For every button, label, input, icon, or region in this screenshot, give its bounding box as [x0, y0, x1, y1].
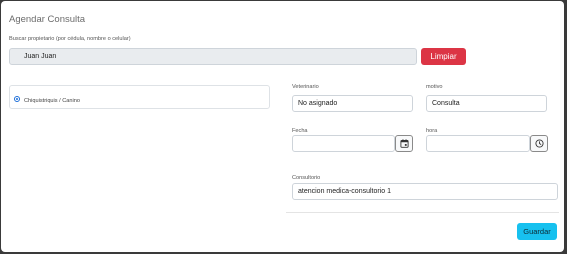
save-button[interactable]: Guardar: [517, 223, 557, 240]
schedule-appointment-modal: Agendar Consulta Buscar propietario (por…: [1, 1, 564, 252]
time-label: hora: [426, 128, 438, 134]
footer-divider: [286, 212, 559, 213]
pet-list: Chiquistriquis / Canino: [9, 85, 270, 109]
clear-button[interactable]: Limpiar: [421, 48, 466, 65]
clock-button[interactable]: [530, 135, 548, 152]
modal-title: Agendar Consulta: [9, 14, 86, 25]
date-label: Fecha: [292, 128, 308, 134]
reason-field[interactable]: Consulta: [426, 95, 547, 112]
vet-label: Veterinario: [292, 84, 319, 90]
calendar-button[interactable]: [395, 135, 413, 152]
reason-label: motivo: [426, 84, 443, 90]
pet-radio[interactable]: [14, 96, 20, 102]
owner-search-label: Buscar propietario (por cédula, nombre o…: [9, 36, 131, 42]
vet-field[interactable]: No asignado: [292, 95, 413, 112]
office-field[interactable]: atencion medica-consultorio 1: [292, 183, 558, 200]
calendar-icon: [399, 139, 409, 148]
time-input[interactable]: [426, 135, 530, 152]
office-label: Consultorio: [292, 175, 321, 181]
clock-icon: [534, 139, 544, 148]
pet-option-label: Chiquistriquis / Canino: [24, 98, 80, 104]
owner-search-input[interactable]: [9, 48, 417, 65]
pet-option[interactable]: Chiquistriquis / Canino: [14, 94, 80, 104]
date-input[interactable]: [292, 135, 395, 152]
